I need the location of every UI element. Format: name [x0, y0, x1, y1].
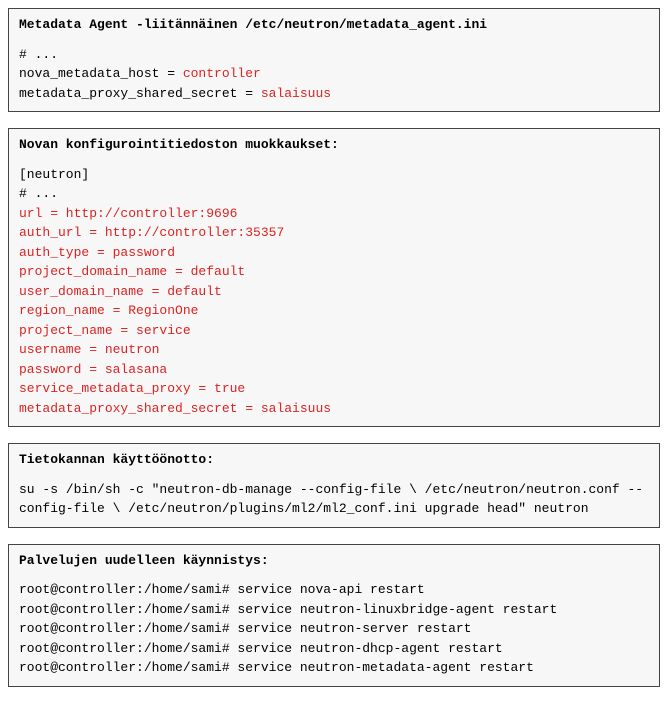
line-value: salaisuus: [261, 86, 331, 101]
nova-conf-line: project_name = service: [19, 321, 649, 341]
metadata-agent-line-2: metadata_proxy_shared_secret = salaisuus: [19, 84, 649, 104]
metadata-agent-comment: # ...: [19, 45, 649, 65]
nova-conf-line: user_domain_name = default: [19, 282, 649, 302]
nova-conf-comment: # ...: [19, 184, 649, 204]
restart-line: root@controller:/home/sami# service neut…: [19, 639, 649, 659]
nova-conf-block: Novan konfigurointitiedoston muokkaukset…: [8, 128, 660, 427]
nova-conf-line: auth_type = password: [19, 243, 649, 263]
db-cmd: su -s /bin/sh -c "neutron-db-manage --co…: [19, 480, 649, 519]
nova-conf-line: username = neutron: [19, 340, 649, 360]
restart-line: root@controller:/home/sami# service neut…: [19, 658, 649, 678]
metadata-agent-block: Metadata Agent -liitännäinen /etc/neutro…: [8, 8, 660, 112]
nova-conf-line: password = salasana: [19, 360, 649, 380]
nova-conf-line: auth_url = http://controller:35357: [19, 223, 649, 243]
line-value: controller: [183, 66, 261, 81]
line-prefix: metadata_proxy_shared_secret =: [19, 86, 261, 101]
restart-block: Palvelujen uudelleen käynnistys: root@co…: [8, 544, 660, 687]
db-title: Tietokannan käyttöönotto:: [19, 450, 649, 470]
nova-conf-line: service_metadata_proxy = true: [19, 379, 649, 399]
db-block: Tietokannan käyttöönotto: su -s /bin/sh …: [8, 443, 660, 528]
line-prefix: nova_metadata_host =: [19, 66, 183, 81]
metadata-agent-title: Metadata Agent -liitännäinen /etc/neutro…: [19, 15, 649, 35]
nova-conf-line: url = http://controller:9696: [19, 204, 649, 224]
restart-title: Palvelujen uudelleen käynnistys:: [19, 551, 649, 571]
metadata-agent-line-1: nova_metadata_host = controller: [19, 64, 649, 84]
restart-line: root@controller:/home/sami# service neut…: [19, 600, 649, 620]
nova-conf-title: Novan konfigurointitiedoston muokkaukset…: [19, 135, 649, 155]
restart-line: root@controller:/home/sami# service neut…: [19, 619, 649, 639]
restart-line: root@controller:/home/sami# service nova…: [19, 580, 649, 600]
nova-conf-line: region_name = RegionOne: [19, 301, 649, 321]
nova-conf-line: project_domain_name = default: [19, 262, 649, 282]
nova-conf-line: metadata_proxy_shared_secret = salaisuus: [19, 399, 649, 419]
nova-conf-section: [neutron]: [19, 165, 649, 185]
